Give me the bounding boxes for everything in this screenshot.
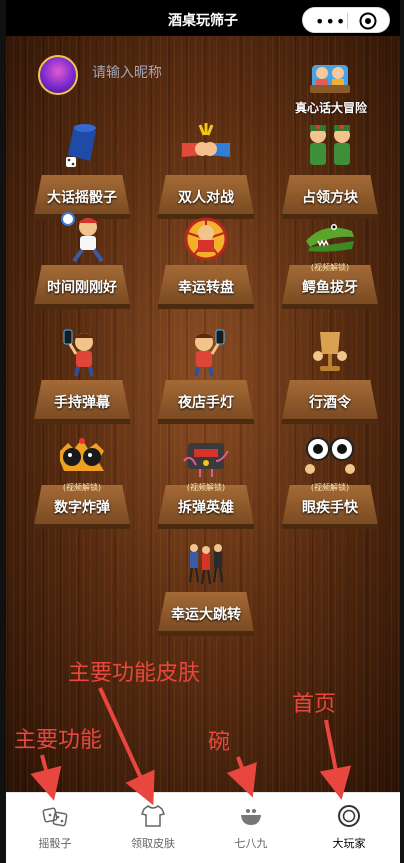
title-bar: 酒桌玩筛子 ••• — [6, 0, 400, 36]
truth-or-dare-label: 真心话大冒险 — [294, 101, 367, 115]
game-tile-just-in-time[interactable]: 时间刚刚好 — [32, 212, 132, 309]
game-label: 眼疾手快 — [302, 500, 358, 516]
truth-or-dare-icon — [310, 65, 350, 93]
close-target-icon[interactable] — [359, 12, 377, 30]
avatar[interactable] — [38, 55, 78, 95]
fortune-wheel-icon — [184, 217, 228, 261]
plank-edge — [158, 419, 254, 424]
game-label: 鳄鱼拔牙 — [302, 280, 358, 296]
game-tile-crocodile-dentist[interactable]: (视频解锁) 鳄鱼拔牙 — [280, 224, 380, 309]
dice-icon — [42, 807, 68, 827]
tab-shake-dice[interactable]: 摇骰子 — [6, 801, 104, 853]
game-label: 双人对战 — [178, 190, 234, 206]
crocodile-icon — [306, 224, 354, 252]
fist-bump-icon — [182, 123, 230, 157]
game-tile-lucky-jump[interactable]: 幸运大跳转 — [156, 544, 256, 636]
annotation-main-skin: 主要功能皮肤 — [68, 661, 201, 686]
game-label: 夜店手灯 — [178, 395, 234, 411]
game-tile-occupy-blocks[interactable]: 占领方块 — [280, 125, 380, 219]
unlock-tag: (视频解锁) — [310, 263, 350, 272]
club-light-boy-icon — [194, 329, 225, 377]
game-tile-handheld-barrage[interactable]: 手持弹幕 — [32, 329, 132, 424]
eyes-icon — [305, 437, 355, 474]
game-label: 占领方块 — [302, 190, 358, 206]
game-tile-drinking-game[interactable]: 行酒令 — [280, 332, 380, 424]
phone-boy-icon — [63, 329, 94, 377]
game-tile-number-bomb[interactable]: (视频解锁) 数字炸弹 — [32, 438, 132, 529]
unlock-tag: (视频解锁) — [310, 483, 350, 492]
game-label: 行酒令 — [309, 395, 351, 411]
game-label: 大话摇骰子 — [47, 190, 117, 206]
plank-edge — [34, 419, 130, 424]
game-label: 幸运转盘 — [178, 280, 234, 296]
tab-claim-skin[interactable]: 领取皮肤 — [104, 801, 202, 853]
tab-789[interactable]: 七八九 — [202, 801, 300, 853]
game-label: 拆弹英雄 — [178, 500, 234, 516]
dancing-people-icon — [189, 544, 223, 585]
unlock-tag: (视频解锁) — [186, 483, 226, 492]
plank-edge — [158, 304, 254, 309]
annotation-bowl: 碗 — [208, 730, 231, 755]
more-menu-button[interactable]: ••• — [315, 12, 346, 31]
game-tile-duel[interactable]: 双人对战 — [156, 123, 256, 219]
ring-icon — [338, 805, 360, 827]
mini-program-capsule: ••• — [302, 7, 390, 33]
tab-label: 大玩家 — [332, 837, 366, 850]
bomb-icon — [60, 438, 104, 471]
bowl-icon — [241, 809, 261, 825]
game-tile-dice-bluff[interactable]: 大话摇骰子 — [32, 124, 132, 219]
plank-edge — [282, 524, 378, 529]
tab-big-player[interactable]: 大玩家 — [300, 801, 398, 853]
game-tile-club-light[interactable]: 夜店手灯 — [156, 329, 256, 424]
plank-edge — [158, 631, 254, 636]
plank-edge — [34, 524, 130, 529]
game-label: 时间刚刚好 — [47, 280, 117, 296]
plank-edge — [158, 524, 254, 529]
unlock-tag: (视频解锁) — [62, 483, 102, 492]
tab-label: 七八九 — [234, 837, 268, 850]
game-tile-lucky-wheel[interactable]: 幸运转盘 — [156, 217, 256, 309]
game-tile-bomb-defuser[interactable]: (视频解锁) 拆弹英雄 — [156, 443, 256, 529]
soldiers-icon — [310, 125, 350, 165]
running-boy-icon — [61, 212, 104, 263]
annotation-main-feature: 主要功能 — [14, 728, 103, 753]
game-label: 手持弹幕 — [54, 395, 110, 411]
game-label: 数字炸弹 — [54, 500, 110, 516]
circuit-bomb-icon — [183, 443, 229, 477]
dice-cup-icon — [66, 124, 96, 167]
nickname-input[interactable] — [92, 65, 242, 81]
plank-edge — [34, 304, 130, 309]
truth-or-dare-button[interactable]: 真心话大冒险 — [294, 55, 368, 117]
tab-label: 领取皮肤 — [131, 837, 175, 850]
tshirt-icon — [140, 805, 166, 827]
bottom-tab-bar: 摇骰子 领取皮肤 七八九 大玩家 — [6, 792, 400, 863]
wine-cup-icon — [313, 332, 347, 371]
tab-label: 摇骰子 — [38, 837, 72, 850]
annotation-home: 首页 — [292, 692, 337, 717]
plank-edge — [282, 304, 378, 309]
capsule-divider — [347, 13, 348, 29]
game-tile-quick-hands[interactable]: (视频解锁) 眼疾手快 — [280, 437, 380, 529]
game-label: 幸运大跳转 — [171, 607, 241, 623]
plank-edge — [282, 419, 378, 424]
